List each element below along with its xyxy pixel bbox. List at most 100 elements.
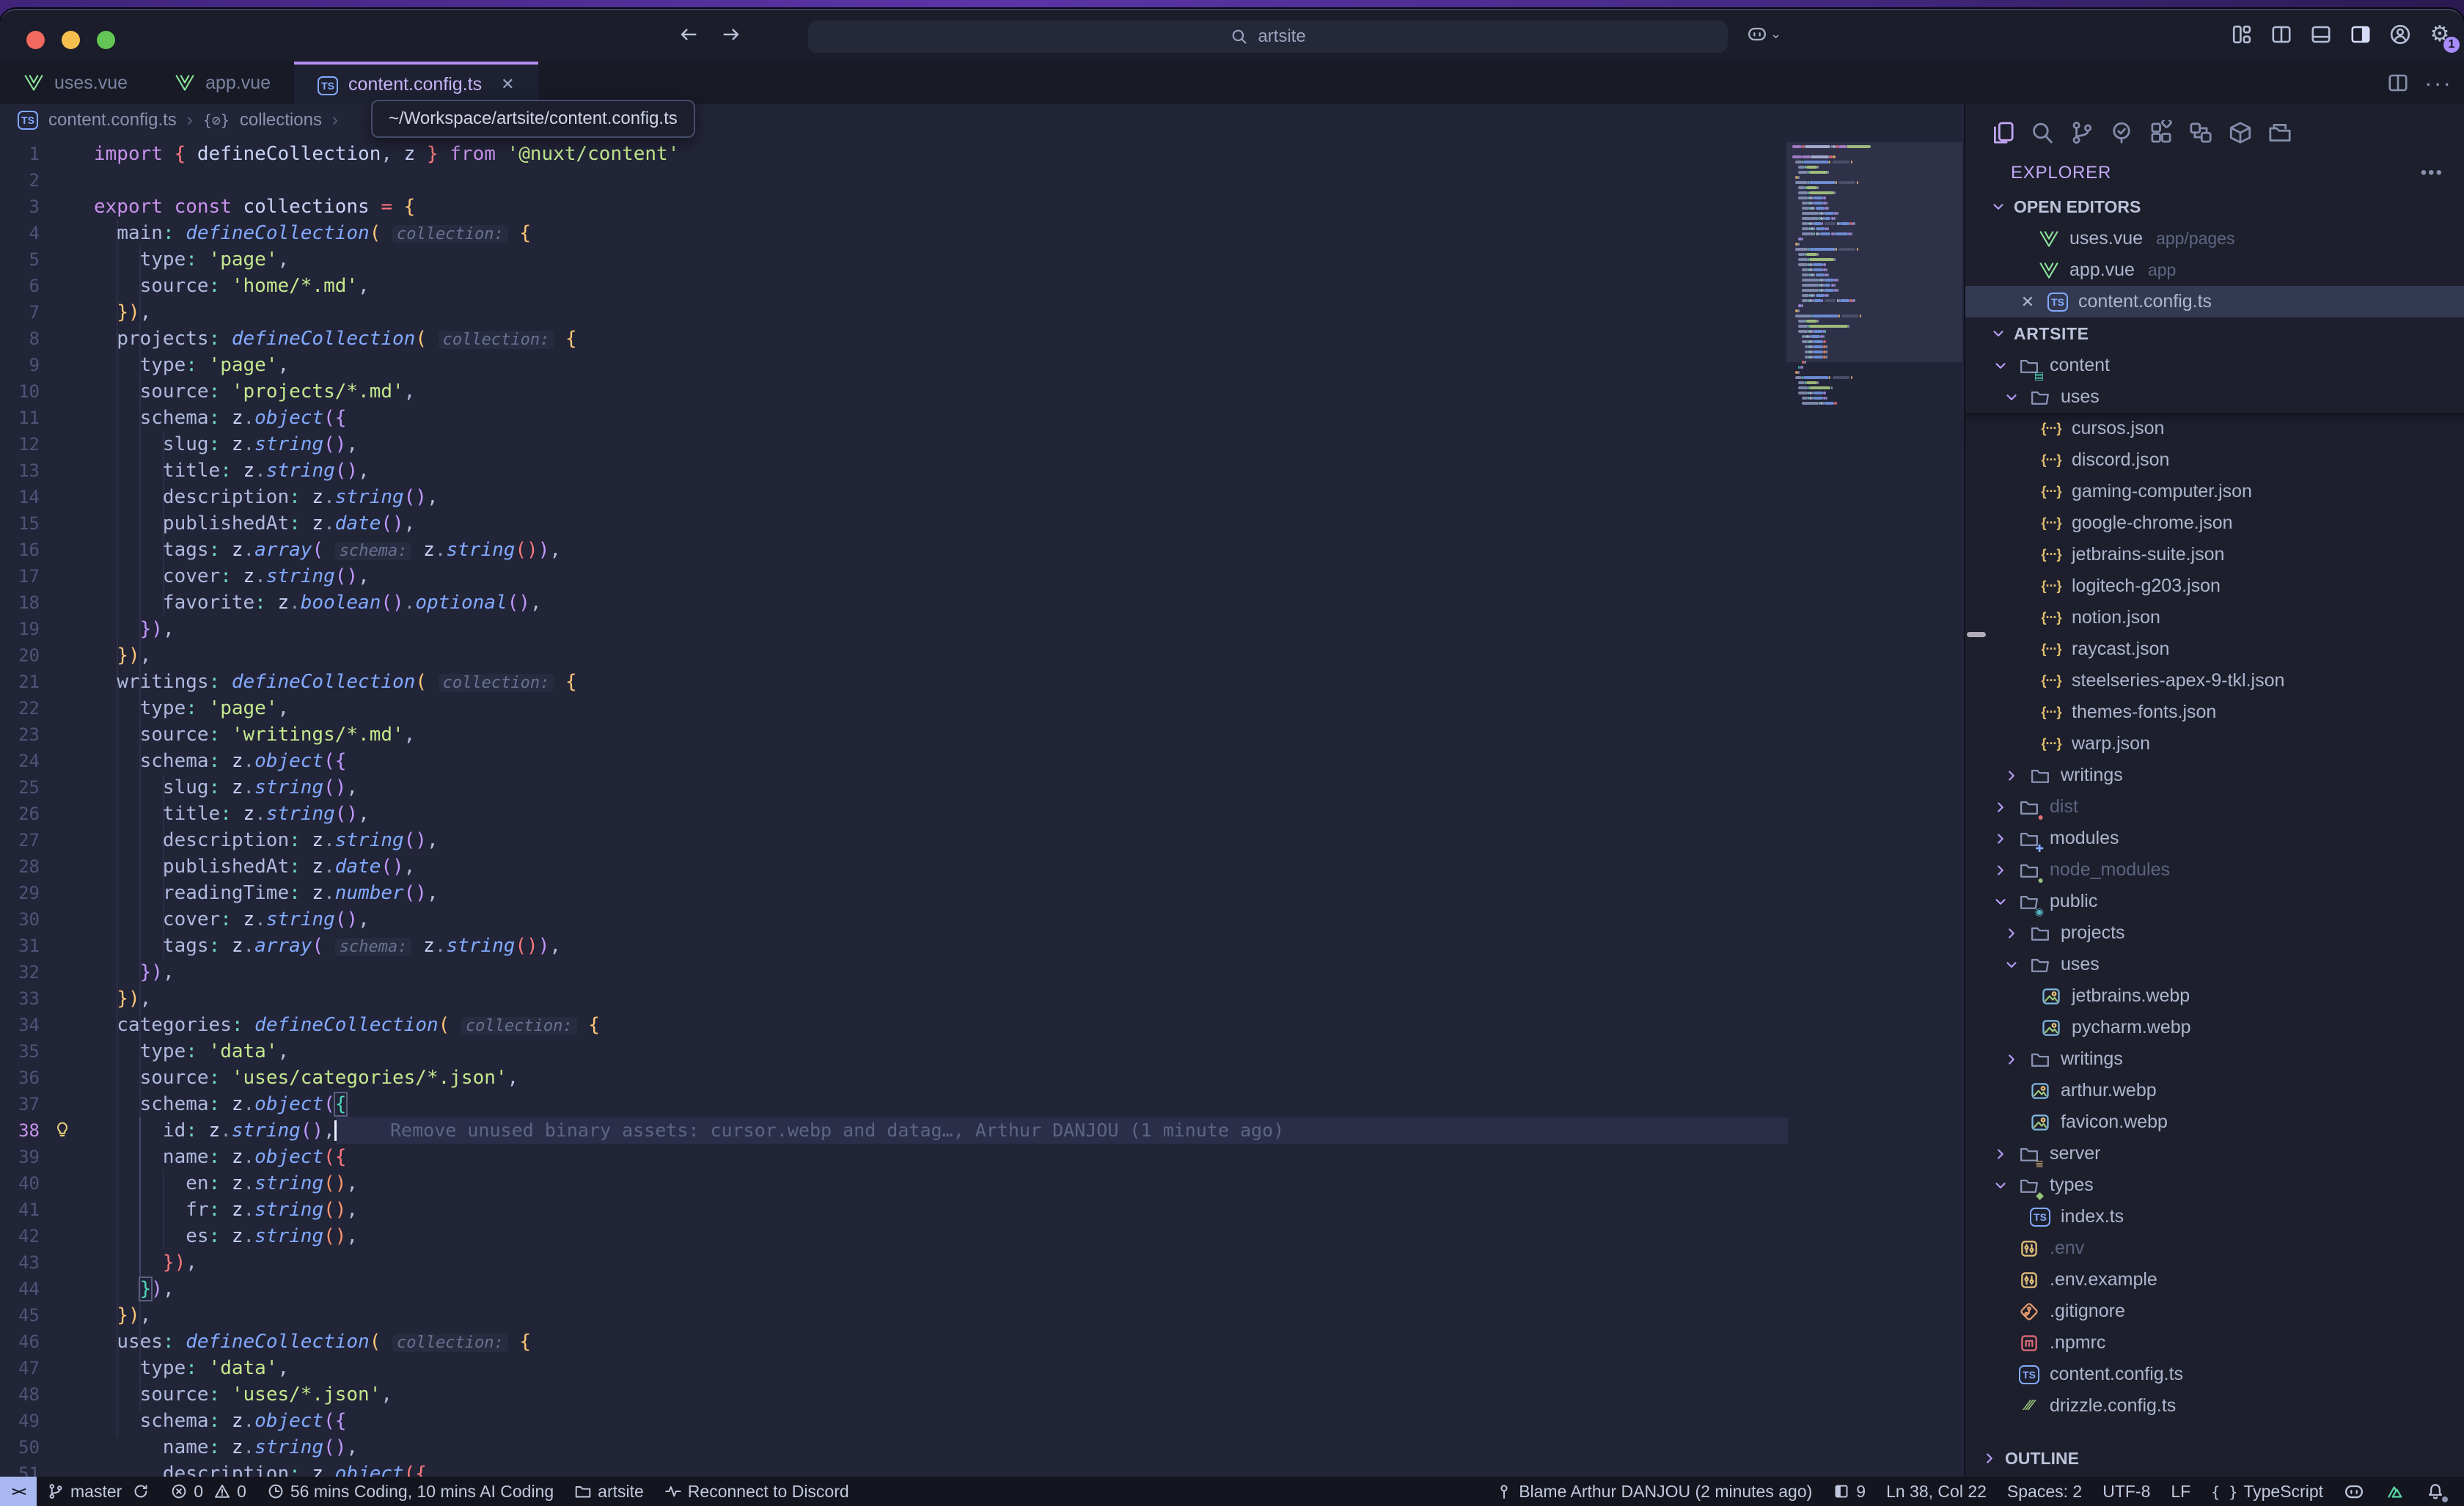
statusbar-problems[interactable]: 00	[160, 1477, 257, 1506]
minimize-window-button[interactable]	[62, 31, 80, 49]
tree-item-content[interactable]: ▤ content	[1965, 350, 2464, 381]
tree-item-public[interactable]: ◉ public	[1965, 886, 2464, 917]
open-editor-uses.vue[interactable]: uses.vue app/pages	[1965, 223, 2464, 254]
code-line[interactable]: 21 writings: defineCollection( collectio…	[0, 669, 1964, 695]
tree-item-uses[interactable]: uses	[1965, 381, 2464, 413]
tree-item-index.ts[interactable]: TS index.ts	[1965, 1201, 2464, 1233]
tree-item-themes-fonts.json[interactable]: {···} themes-fonts.json	[1965, 697, 2464, 728]
code-line[interactable]: 44 }),	[0, 1276, 1964, 1302]
breadcrumb-file[interactable]: content.config.ts	[48, 110, 177, 131]
minimap[interactable]	[1786, 139, 1962, 529]
code-line[interactable]: 36 source: 'uses/categories/*.json',	[0, 1065, 1964, 1091]
code-line[interactable]: 37 schema: z.object({	[0, 1091, 1964, 1117]
split-editor-action[interactable]	[2386, 71, 2410, 95]
navigate-forward-icon[interactable]	[720, 23, 742, 45]
tree-item-uses[interactable]: uses	[1965, 949, 2464, 980]
tree-item-.env[interactable]: .env	[1965, 1233, 2464, 1264]
navigate-back-icon[interactable]	[678, 23, 700, 45]
code-line[interactable]: 12 slug: z.string(),	[0, 431, 1964, 458]
section-outline[interactable]: OUTLINE	[1965, 1442, 2464, 1474]
tab-uses.vue[interactable]: uses.vue	[0, 62, 151, 104]
lightbulb-icon[interactable]	[53, 1120, 72, 1139]
tree-item-cursos.json[interactable]: {···} cursos.json	[1965, 413, 2464, 444]
tree-item-warp.json[interactable]: {···} warp.json	[1965, 728, 2464, 760]
accounts-icon[interactable]	[2388, 22, 2413, 47]
code-line[interactable]: 24 schema: z.object({	[0, 748, 1964, 774]
code-line[interactable]: 50 name: z.string(),	[0, 1434, 1964, 1461]
tree-item-projects[interactable]: projects	[1965, 917, 2464, 949]
extensions-icon[interactable]	[2147, 119, 2175, 147]
code-line[interactable]: 2	[0, 167, 1964, 194]
code-line[interactable]: 46 uses: defineCollection( collection: {	[0, 1329, 1964, 1355]
code-line[interactable]: 34 categories: defineCollection( collect…	[0, 1012, 1964, 1038]
tree-item-.npmrc[interactable]: .npmrc	[1965, 1327, 2464, 1359]
statusbar-notifications[interactable]	[2416, 1477, 2455, 1506]
statusbar-git-branch[interactable]: master	[37, 1477, 160, 1506]
statusbar-editor-indicator[interactable]: 9	[1822, 1477, 1876, 1506]
tree-item-content.config.ts[interactable]: TS content.config.ts	[1965, 1359, 2464, 1390]
code-line[interactable]: 51 description: z.object({	[0, 1461, 1964, 1477]
code-line[interactable]: 39 name: z.object({	[0, 1144, 1964, 1170]
code-line[interactable]: 11 schema: z.object({	[0, 405, 1964, 431]
settings-gear-icon[interactable]: ⚙1	[2427, 22, 2452, 47]
copilot-menu-button[interactable]: ⌄	[1747, 23, 1781, 44]
tree-item-gaming-computer.json[interactable]: {···} gaming-computer.json	[1965, 476, 2464, 507]
code-line[interactable]: 9 type: 'page',	[0, 352, 1964, 378]
testing-icon[interactable]	[2108, 119, 2135, 147]
statusbar-project-manager[interactable]: artsite	[564, 1477, 654, 1506]
tree-item-writings[interactable]: writings	[1965, 760, 2464, 791]
code-line[interactable]: 38 id: z.string(),Remove unused binary a…	[0, 1117, 1964, 1144]
code-line[interactable]: 40 en: z.string(),	[0, 1170, 1964, 1197]
code-line[interactable]: 41 fr: z.string(),	[0, 1197, 1964, 1223]
close-editor-icon[interactable]: ✕	[2018, 293, 2037, 312]
split-editor-icon[interactable]	[2269, 22, 2294, 47]
statusbar-eol[interactable]: LF	[2160, 1477, 2201, 1506]
code-line[interactable]: 1import { defineCollection, z } from '@n…	[0, 141, 1964, 167]
tree-item-drizzle.config.ts[interactable]: ⁄⁄⁄ drizzle.config.ts	[1965, 1390, 2464, 1422]
code-line[interactable]: 30 cover: z.string(),	[0, 906, 1964, 933]
code-line[interactable]: 35 type: 'data',	[0, 1038, 1964, 1065]
code-line[interactable]: 22 type: 'page',	[0, 695, 1964, 721]
breadcrumb-symbol[interactable]: collections	[240, 110, 322, 131]
remote-indicator[interactable]: ><	[0, 1477, 37, 1506]
tree-item-.gitignore[interactable]: .gitignore	[1965, 1296, 2464, 1327]
code-line[interactable]: 16 tags: z.array( schema: z.string()),	[0, 537, 1964, 563]
code-line[interactable]: 15 publishedAt: z.date(),	[0, 510, 1964, 537]
tree-item-logitech-g203.json[interactable]: {···} logitech-g203.json	[1965, 570, 2464, 602]
tree-item-dist[interactable]: ● dist	[1965, 791, 2464, 823]
open-editor-content.config.ts[interactable]: ✕ TS content.config.ts	[1965, 286, 2464, 317]
project-root-header[interactable]: ARTSITE	[1965, 317, 2464, 350]
code-line[interactable]: 48 source: 'uses/*.json',	[0, 1381, 1964, 1408]
tab-content.config.ts[interactable]: TS content.config.ts ✕	[294, 62, 538, 104]
tree-item-jetbrains-suite.json[interactable]: {···} jetbrains-suite.json	[1965, 539, 2464, 570]
tree-item-jetbrains.webp[interactable]: jetbrains.webp	[1965, 980, 2464, 1012]
code-line[interactable]: 18 favorite: z.boolean().optional(),	[0, 589, 1964, 616]
open-editor-app.vue[interactable]: app.vue app	[1965, 254, 2464, 286]
statusbar-language-mode[interactable]: { }TypeScript	[2201, 1477, 2333, 1506]
code-line[interactable]: 6 source: 'home/*.md',	[0, 273, 1964, 299]
tree-item-arthur.webp[interactable]: arthur.webp	[1965, 1075, 2464, 1106]
search-icon[interactable]	[2028, 119, 2056, 147]
code-line[interactable]: 23 source: 'writings/*.md',	[0, 721, 1964, 748]
more-actions[interactable]: ···	[2424, 70, 2452, 97]
code-line[interactable]: 10 source: 'projects/*.md',	[0, 378, 1964, 405]
package-icon[interactable]	[2226, 119, 2254, 147]
tree-item-server[interactable]: ≣ server	[1965, 1138, 2464, 1169]
sash-drag-handle[interactable]	[1967, 632, 1986, 637]
source-control-icon[interactable]	[2068, 119, 2096, 147]
explorer-icon[interactable]	[1989, 119, 2017, 147]
statusbar-wakatime[interactable]: 56 mins Coding, 10 mins AI Coding	[257, 1477, 564, 1506]
statusbar-indentation[interactable]: Spaces: 2	[1997, 1477, 2092, 1506]
open-editors-header[interactable]: OPEN EDITORS	[1965, 191, 2464, 223]
code-line[interactable]: 42 es: z.string(),	[0, 1223, 1964, 1249]
tree-item-types[interactable]: ◆ types	[1965, 1169, 2464, 1201]
code-line[interactable]: 7 }),	[0, 299, 1964, 326]
code-line[interactable]: 19 }),	[0, 616, 1964, 642]
folder-library-icon[interactable]	[2266, 119, 2294, 147]
tree-item-pycharm.webp[interactable]: pycharm.webp	[1965, 1012, 2464, 1043]
tab-app.vue[interactable]: app.vue	[151, 62, 294, 104]
tree-item-raycast.json[interactable]: {···} raycast.json	[1965, 633, 2464, 665]
code-line[interactable]: 29 readingTime: z.number(),	[0, 880, 1964, 906]
close-tab-icon[interactable]: ✕	[501, 75, 514, 94]
tree-item-favicon.webp[interactable]: favicon.webp	[1965, 1106, 2464, 1138]
